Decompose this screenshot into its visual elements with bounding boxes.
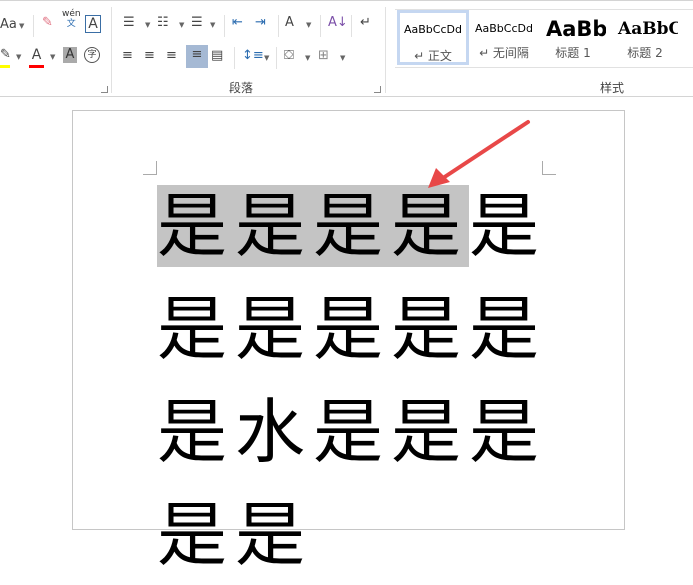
annotation-arrow-icon <box>428 120 530 188</box>
